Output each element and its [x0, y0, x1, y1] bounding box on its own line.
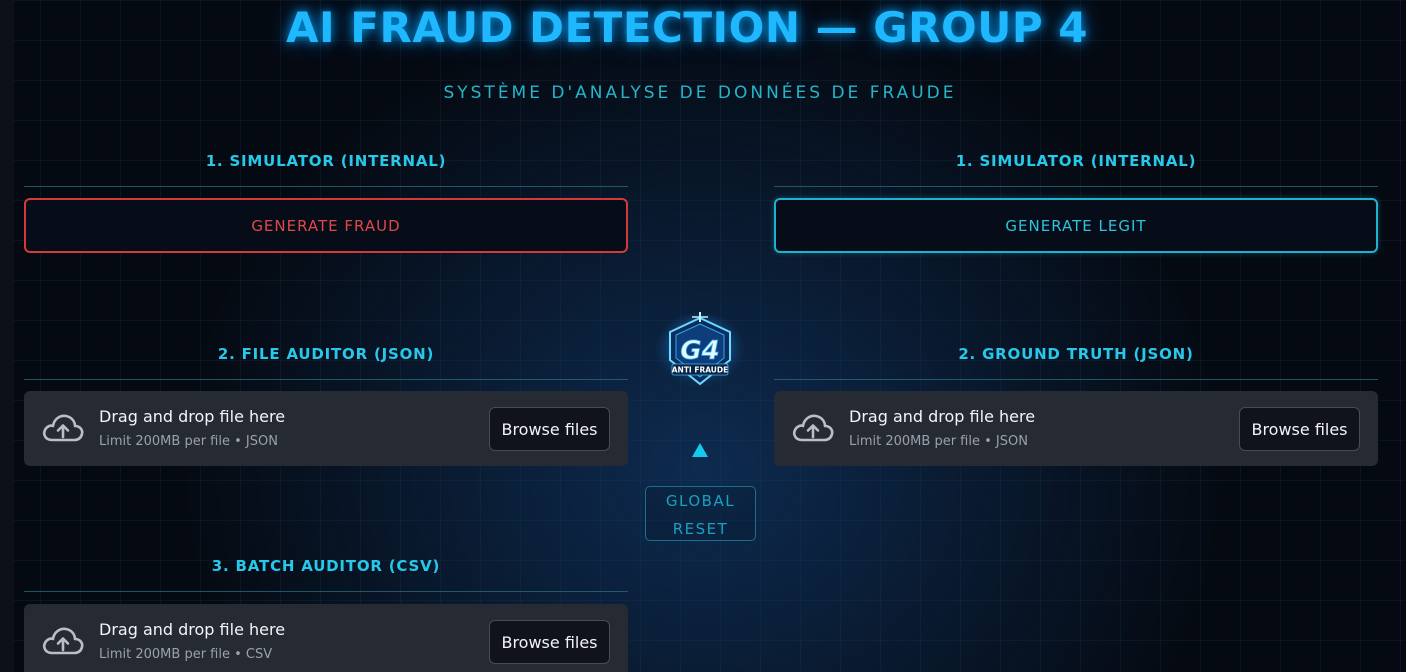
- browse-files-button[interactable]: Browse files: [489, 407, 610, 451]
- svg-text:G4: G4: [680, 336, 719, 366]
- file-auditor-uploader[interactable]: Drag and drop file here Limit 200MB per …: [24, 391, 628, 466]
- global-reset-button[interactable]: GLOBAL RESET: [645, 486, 756, 541]
- cloud-upload-icon: [792, 414, 834, 442]
- drop-zone-hint: Limit 200MB per file • CSV: [99, 647, 273, 662]
- page-subtitle: SYSTÈME D'ANALYSE DE DONNÉES DE FRAUDE: [443, 83, 957, 103]
- drop-zone-hint: Limit 200MB per file • JSON: [99, 434, 278, 449]
- g4-anti-fraude-logo: G4 ANTI FRAUDE: [654, 312, 746, 391]
- drop-zone-text: Drag and drop file here: [99, 407, 286, 426]
- generate-fraud-button[interactable]: GENERATE FRAUD: [24, 198, 628, 253]
- drop-zone-text: Drag and drop file here: [849, 407, 1036, 426]
- cloud-upload-icon: [42, 414, 84, 442]
- batch-auditor-uploader[interactable]: Drag and drop file here Limit 200MB per …: [24, 604, 628, 672]
- browse-files-button[interactable]: Browse files: [489, 620, 610, 664]
- batch-auditor-title: 3. BATCH AUDITOR (CSV): [24, 552, 628, 592]
- ground-truth-uploader[interactable]: Drag and drop file here Limit 200MB per …: [774, 391, 1378, 466]
- svg-text:ANTI FRAUDE: ANTI FRAUDE: [672, 366, 729, 375]
- ground-truth-title: 2. GROUND TRUTH (JSON): [774, 340, 1378, 380]
- left-simulator-title: 1. SIMULATOR (INTERNAL): [24, 147, 628, 187]
- triangle-up-icon[interactable]: [692, 443, 708, 457]
- drop-zone-hint: Limit 200MB per file • JSON: [849, 434, 1028, 449]
- right-simulator-title: 1. SIMULATOR (INTERNAL): [774, 147, 1378, 187]
- browse-files-button[interactable]: Browse files: [1239, 407, 1360, 451]
- drop-zone-text: Drag and drop file here: [99, 620, 286, 639]
- page-title: AI FRAUD DETECTION — GROUP 4: [286, 3, 1088, 52]
- cloud-upload-icon: [42, 627, 84, 655]
- generate-legit-button[interactable]: GENERATE LEGIT: [774, 198, 1378, 253]
- file-auditor-title: 2. FILE AUDITOR (JSON): [24, 340, 628, 380]
